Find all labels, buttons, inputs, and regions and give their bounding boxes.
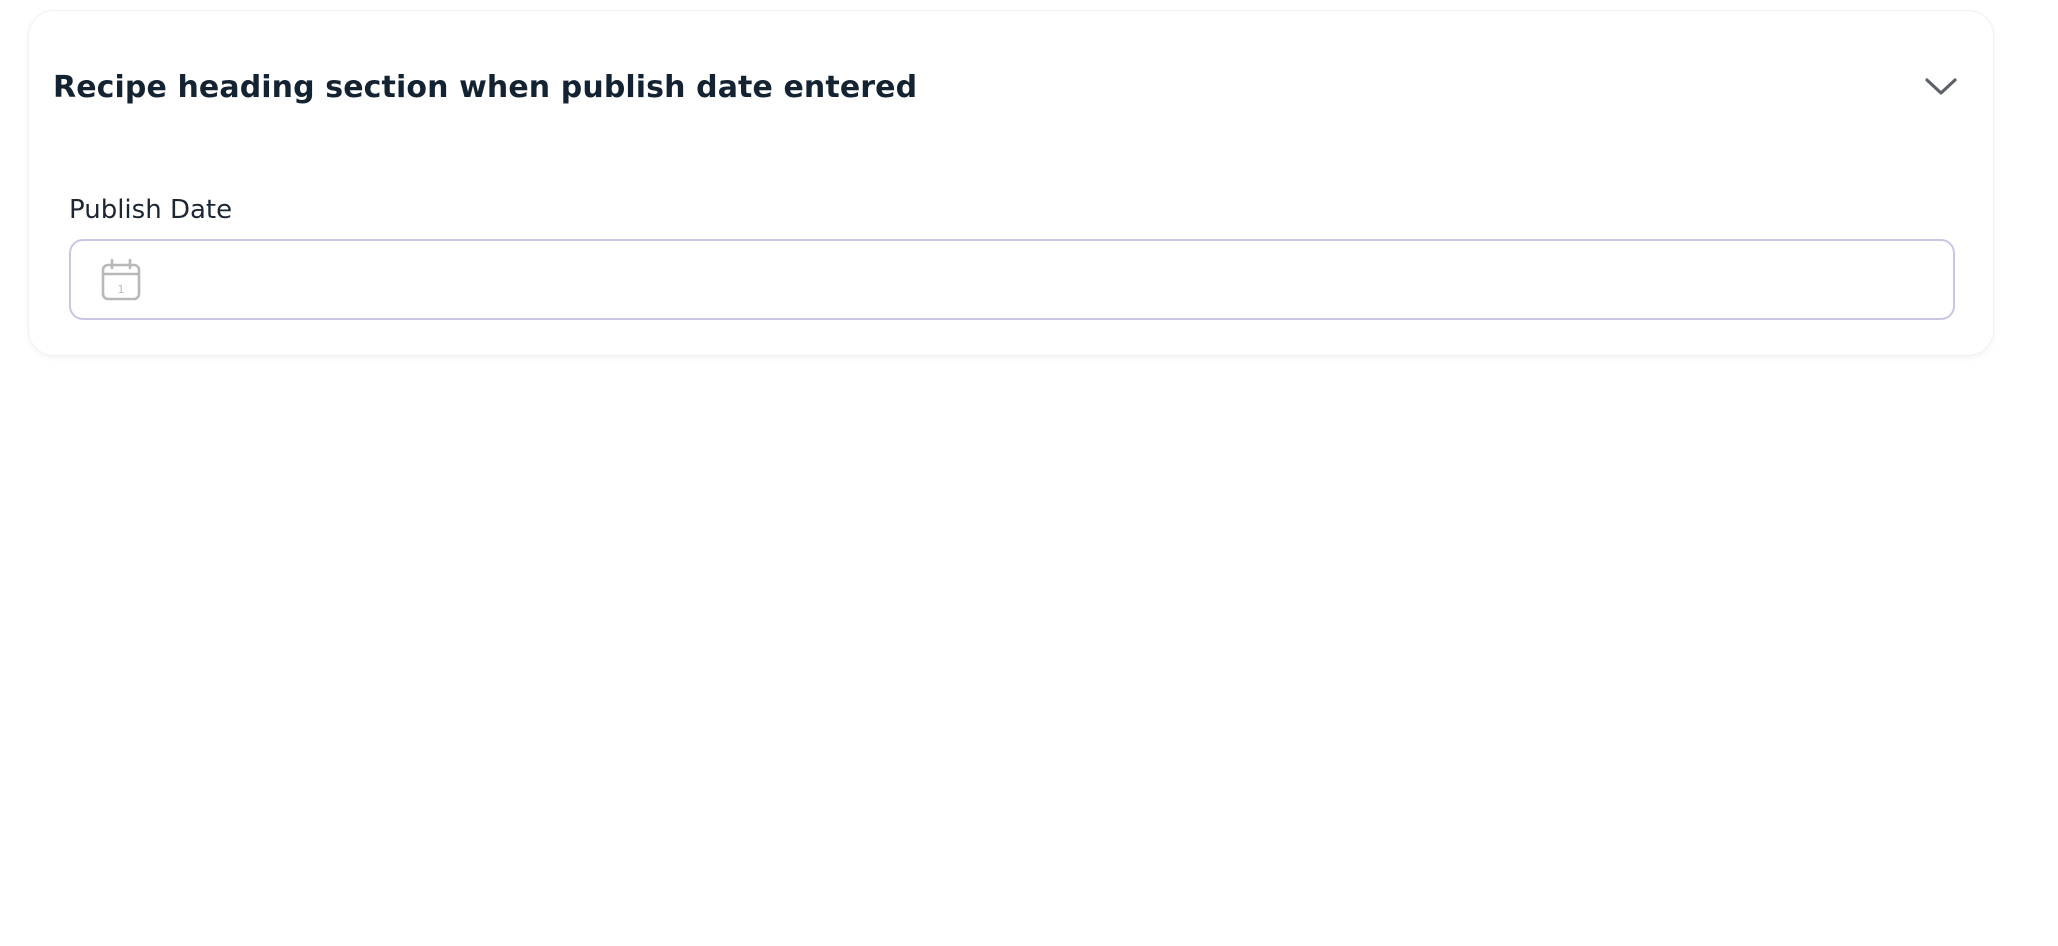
publish-date-label: Publish Date bbox=[69, 195, 233, 225]
chevron-down-icon bbox=[1925, 78, 1957, 95]
publish-date-input[interactable] bbox=[161, 241, 1937, 318]
collapse-toggle-button[interactable] bbox=[1917, 63, 1965, 111]
calendar-icon[interactable]: 1 bbox=[101, 259, 141, 301]
section-title: Recipe heading section when publish date… bbox=[53, 69, 918, 105]
publish-date-input-wrapper[interactable]: 1 bbox=[69, 239, 1955, 320]
publish-date-field: Publish Date 1 bbox=[69, 193, 1955, 320]
section-header[interactable]: Recipe heading section when publish date… bbox=[53, 57, 1969, 117]
recipe-heading-section: Recipe heading section when publish date… bbox=[28, 10, 1994, 356]
calendar-day-glyph: 1 bbox=[118, 283, 125, 296]
page: Recipe heading section when publish date… bbox=[0, 0, 2058, 946]
